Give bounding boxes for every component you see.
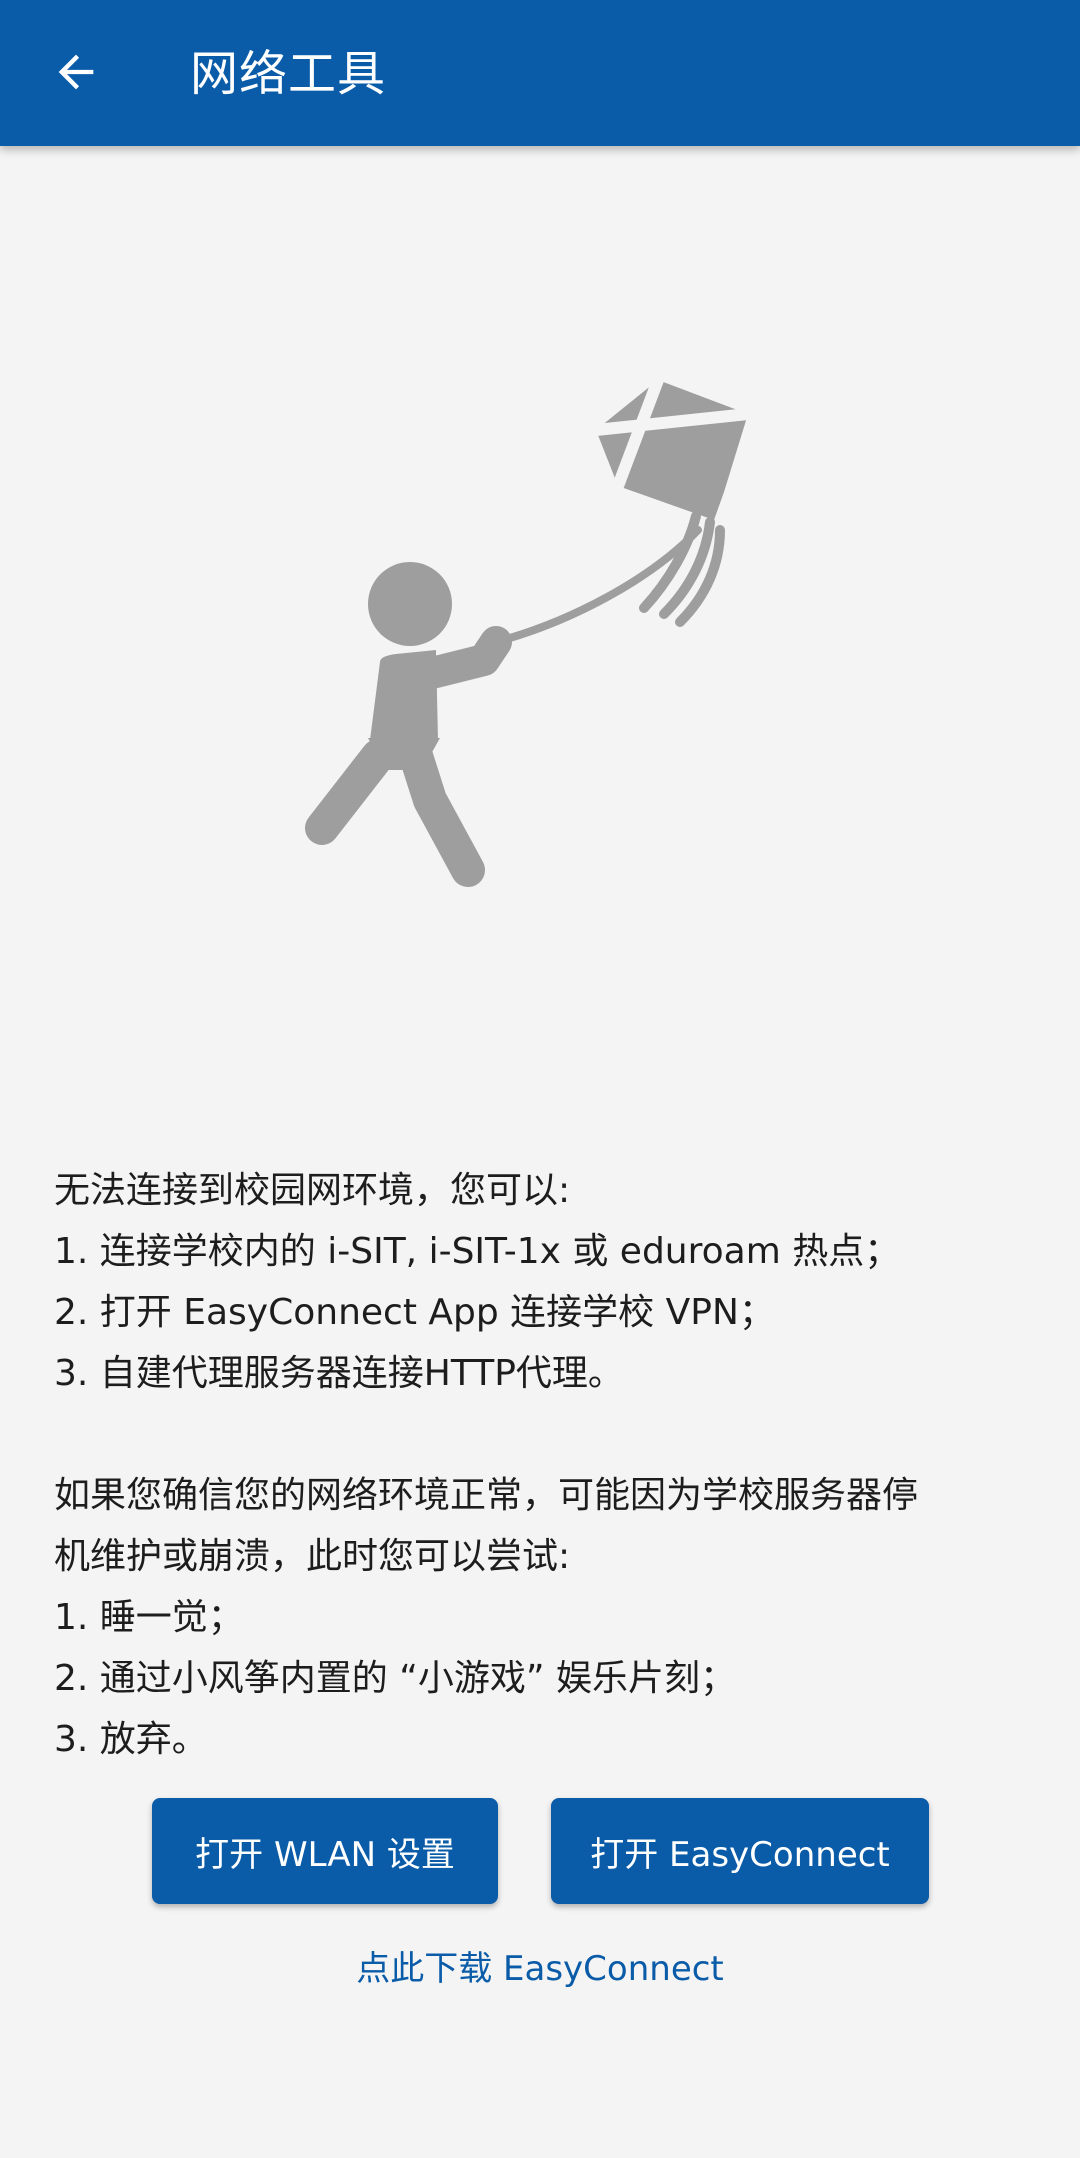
message-line: 1. 连接学校内的 i-SIT, i-SIT-1x 或 eduroam 热点； bbox=[54, 1231, 901, 1272]
message-line: 机维护或崩溃，此时您可以尝试: bbox=[54, 1536, 571, 1577]
page-title: 网络工具 bbox=[190, 46, 387, 102]
app-bar: 网络工具 bbox=[0, 0, 1080, 146]
message-line: 2. 打开 EasyConnect App 连接学校 VPN； bbox=[54, 1292, 775, 1333]
message-line: 2. 通过小风筝内置的 “小游戏” 娱乐片刻； bbox=[54, 1658, 736, 1699]
message-line: 1. 睡一觉； bbox=[54, 1597, 244, 1638]
network-tools-screen: 网络工具 无法连接到校园网环境，您可以: 1. 连接学校内的 i-SIT, i-… bbox=[0, 0, 1080, 2158]
message-line: 无法连接到校园网环境，您可以: bbox=[54, 1170, 571, 1211]
open-easyconnect-button[interactable]: 打开 EasyConnect bbox=[551, 1798, 929, 1904]
open-wlan-settings-button[interactable]: 打开 WLAN 设置 bbox=[152, 1798, 498, 1904]
child-flying-kite-icon bbox=[305, 374, 754, 887]
network-help-message: 无法连接到校园网环境，您可以: 1. 连接学校内的 i-SIT, i-SIT-1… bbox=[54, 1160, 1034, 1770]
message-line: 如果您确信您的网络环境正常，可能因为学校服务器停 bbox=[54, 1475, 919, 1516]
arrow-left-icon bbox=[58, 54, 94, 90]
message-line: 3. 自建代理服务器连接HTTP代理。 bbox=[54, 1353, 624, 1394]
download-easyconnect-link[interactable]: 点此下载 EasyConnect bbox=[0, 1944, 1080, 1994]
message-line: 3. 放弃。 bbox=[54, 1719, 208, 1760]
back-button[interactable] bbox=[40, 36, 112, 108]
